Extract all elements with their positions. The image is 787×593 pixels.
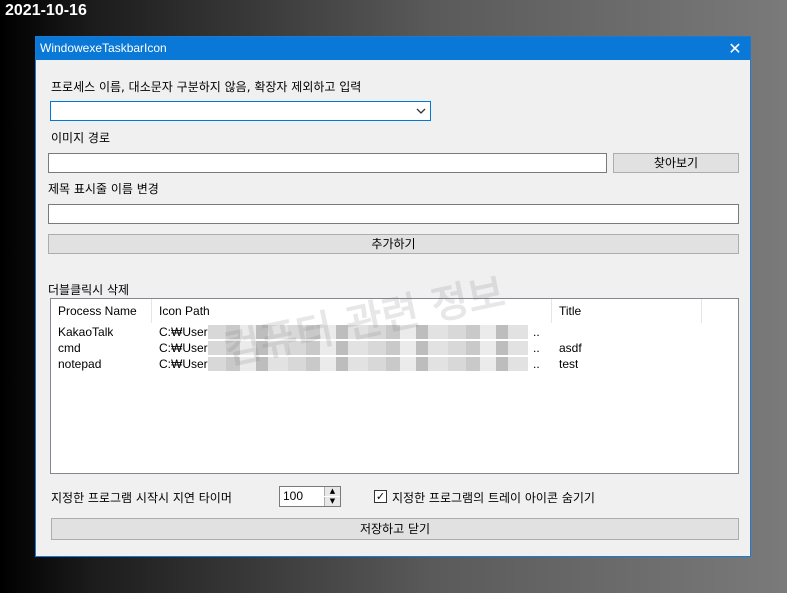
close-icon[interactable]: ✕ <box>720 37 750 60</box>
tray-hide-checkbox[interactable]: ✓ <box>374 490 387 503</box>
tray-hide-label[interactable]: 지정한 프로그램의 트레이 아이콘 숨기기 <box>392 489 595 506</box>
redacted-path <box>208 325 528 339</box>
table-row[interactable]: KakaoTalk C:₩User .. <box>51 324 738 340</box>
list-label: 더블클릭시 삭제 <box>48 283 130 297</box>
add-button[interactable]: 추가하기 <box>48 234 739 254</box>
title-bar: WindowexeTaskbarIcon ✕ <box>36 37 750 60</box>
date-overlay: 2021-10-16 <box>5 2 87 19</box>
image-path-input[interactable] <box>48 153 607 173</box>
chevron-down-icon[interactable] <box>416 106 426 118</box>
process-label: 프로세스 이름, 대소문자 구분하지 않음, 확장자 제외하고 입력 <box>51 80 362 94</box>
delay-value[interactable]: 100 <box>283 489 303 503</box>
column-icon-path[interactable]: Icon Path <box>152 299 552 323</box>
process-combobox[interactable] <box>50 101 431 121</box>
cell-process: cmd <box>58 341 81 355</box>
list-header: Process Name Icon Path Title <box>51 299 738 323</box>
cell-path-ellipsis: .. <box>533 357 540 371</box>
column-process-name[interactable]: Process Name <box>51 299 152 323</box>
image-path-label: 이미지 경로 <box>51 131 111 145</box>
browse-button[interactable]: 찾아보기 <box>613 153 739 173</box>
spin-up-icon[interactable]: ▲ <box>324 487 340 496</box>
title-change-label: 제목 표시줄 이름 변경 <box>48 182 159 196</box>
cell-path: C:₩User <box>159 357 208 371</box>
app-window: WindowexeTaskbarIcon ✕ 프로세스 이름, 대소문자 구분하… <box>35 36 751 557</box>
cell-title: test <box>559 357 579 371</box>
cell-process: KakaoTalk <box>58 325 114 339</box>
cell-path: C:₩User <box>159 325 208 339</box>
title-change-input[interactable] <box>48 204 739 224</box>
cell-path: C:₩User <box>159 341 208 355</box>
cell-title: asdf <box>559 341 582 355</box>
table-row[interactable]: notepad C:₩User .. test <box>51 356 738 372</box>
cell-process: notepad <box>58 357 102 371</box>
spin-down-icon[interactable]: ▼ <box>324 497 340 506</box>
cell-path-ellipsis: .. <box>533 341 540 355</box>
delay-stepper[interactable]: 100 ▲ ▼ <box>279 486 341 507</box>
redacted-path <box>208 357 528 371</box>
save-close-button[interactable]: 저장하고 닫기 <box>51 518 739 540</box>
redacted-path <box>208 341 528 355</box>
window-title: WindowexeTaskbarIcon <box>40 41 167 55</box>
column-title[interactable]: Title <box>552 299 702 323</box>
cell-path-ellipsis: .. <box>533 325 540 339</box>
table-row[interactable]: cmd C:₩User .. asdf <box>51 340 738 356</box>
delay-label: 지정한 프로그램 시작시 지연 타이머 <box>51 491 232 505</box>
entries-listview[interactable]: Process Name Icon Path Title KakaoTalk C… <box>50 298 739 474</box>
